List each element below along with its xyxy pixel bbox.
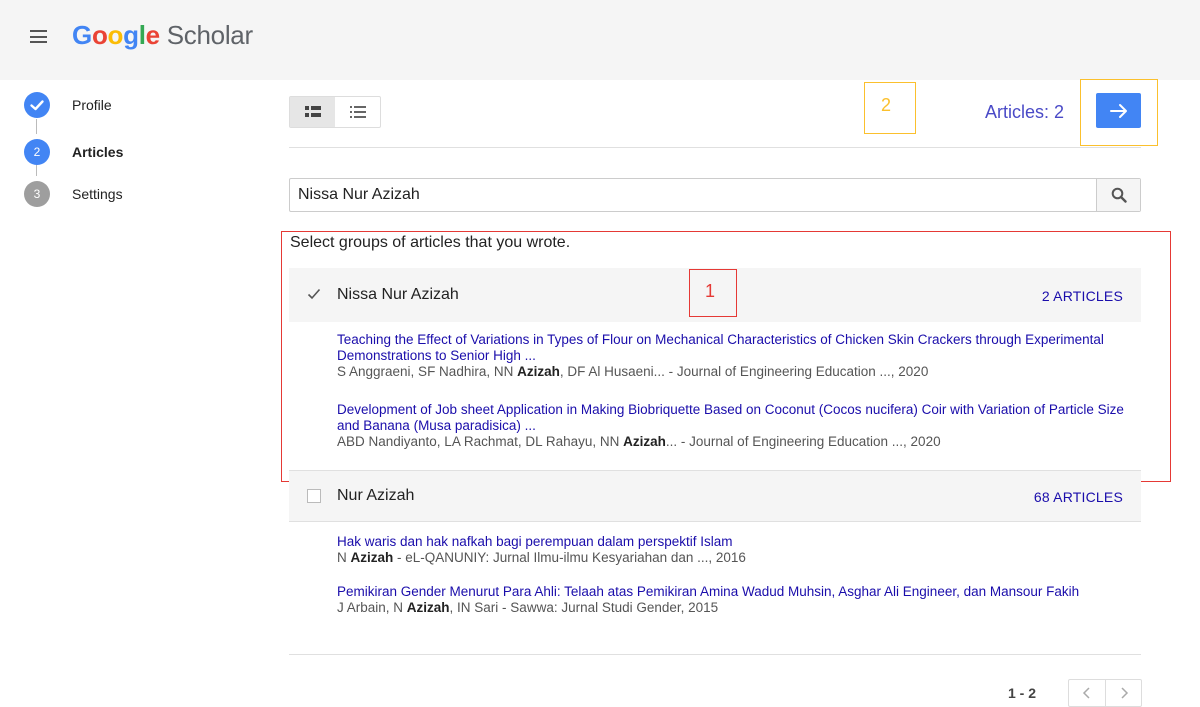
logo-scholar: Scholar	[166, 20, 253, 50]
search-button[interactable]	[1096, 179, 1140, 211]
chevron-left-icon	[1082, 687, 1090, 699]
list-divider	[289, 654, 1141, 655]
google-scholar-logo[interactable]: Google Scholar	[72, 20, 253, 51]
annotation-label-2: 2	[881, 95, 892, 115]
toolbar-divider	[289, 147, 1141, 148]
step-connector	[36, 119, 37, 134]
instructions-text: Select groups of articles that you wrote…	[290, 234, 571, 251]
group-author-name: Nissa Nur Azizah	[337, 286, 459, 303]
step-label: Settings	[72, 186, 123, 202]
step-profile[interactable]: Profile	[24, 92, 224, 120]
step-articles[interactable]: 2 Articles	[24, 139, 224, 167]
group-article-count[interactable]: 2 ARTICLES	[1042, 288, 1123, 304]
article-item: Teaching the Effect of Variations in Typ…	[337, 332, 1137, 380]
detailed-view-button[interactable]	[290, 97, 335, 127]
page-range: 1 - 2	[1008, 685, 1037, 701]
step-settings[interactable]: 3 Settings	[24, 181, 224, 209]
arrow-right-icon	[1109, 103, 1127, 118]
article-item: Hak waris dan hak nafkah bagi perempuan …	[337, 534, 1137, 566]
article-meta: ABD Nandiyanto, LA Rachmat, DL Rahayu, N…	[337, 434, 941, 449]
group-checkbox-unchecked[interactable]	[307, 489, 321, 503]
annotation-box-2: 2	[864, 82, 916, 134]
author-search	[289, 178, 1141, 212]
group-divider	[289, 521, 1141, 522]
article-title[interactable]: Teaching the Effect of Variations in Typ…	[337, 332, 1137, 364]
view-toggle	[289, 96, 381, 128]
selected-articles-count: Articles: 2	[985, 102, 1065, 122]
annotation-box-1-label: 1	[689, 269, 737, 317]
annotation-label-1: 1	[705, 281, 716, 301]
logo-google: Google	[72, 20, 160, 50]
article-meta: J Arbain, N Azizah, IN Sari - Sawwa: Jur…	[337, 600, 719, 615]
app-header: Google Scholar	[0, 0, 1200, 80]
step-number: 2	[24, 139, 50, 165]
menu-icon[interactable]	[30, 30, 47, 43]
step-number: 3	[24, 181, 50, 207]
pagination-controls	[1068, 679, 1142, 707]
next-page-button[interactable]	[1105, 680, 1141, 706]
compact-list-icon	[349, 106, 366, 118]
prev-page-button[interactable]	[1069, 680, 1105, 706]
next-button[interactable]	[1096, 93, 1141, 128]
detailed-list-icon	[304, 106, 321, 117]
article-title[interactable]: Development of Job sheet Application in …	[337, 402, 1137, 434]
article-item: Pemikiran Gender Menurut Para Ahli: Tela…	[337, 584, 1137, 616]
author-search-input[interactable]	[290, 179, 1095, 211]
compact-view-button[interactable]	[335, 97, 380, 127]
chevron-right-icon	[1120, 687, 1128, 699]
article-item: Development of Job sheet Application in …	[337, 402, 1137, 450]
step-label: Profile	[72, 97, 112, 113]
article-title[interactable]: Pemikiran Gender Menurut Para Ahli: Tela…	[337, 584, 1137, 600]
group-checkbox-checked[interactable]	[307, 287, 321, 301]
article-group-header[interactable]: Nur Azizah 68 ARTICLES	[289, 471, 1141, 521]
step-label: Articles	[72, 144, 124, 160]
group-author-name: Nur Azizah	[337, 487, 415, 504]
article-title[interactable]: Hak waris dan hak nafkah bagi perempuan …	[337, 534, 1137, 550]
article-meta: S Anggraeni, SF Nadhira, NN Azizah, DF A…	[337, 364, 929, 379]
search-icon	[1111, 187, 1127, 203]
check-icon	[24, 92, 50, 118]
group-article-count[interactable]: 68 ARTICLES	[1034, 489, 1123, 505]
article-meta: N Azizah - eL-QANUNIY: Jurnal Ilmu-ilmu …	[337, 550, 746, 565]
